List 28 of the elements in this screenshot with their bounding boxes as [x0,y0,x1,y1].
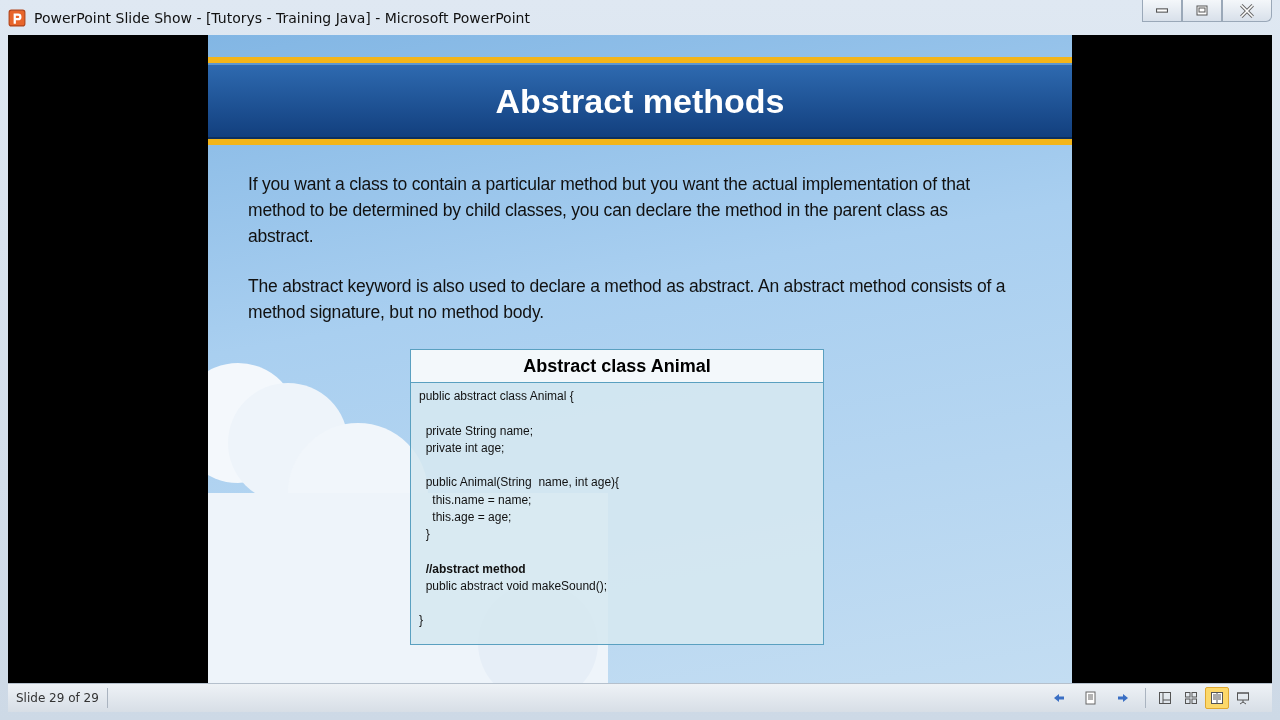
code-line: public Animal(String name, int age){ [424,474,621,492]
grid-icon [1184,691,1198,706]
maximize-button[interactable] [1182,0,1222,22]
paragraph: If you want a class to contain a particular method but you want the actual implementation of that method to be determined by child classes, you can declare the method in the parent class as abstract. [248,173,971,249]
code-line: this.age = age; [431,508,513,526]
minimize-icon [1156,8,1168,13]
close-icon [1239,2,1255,19]
slide-indicator: Slide 29 of 29 [8,688,108,709]
slide-title: Abstract methods [208,63,1072,140]
code-line: private int age; [424,440,506,458]
projector-screen-icon [1236,691,1250,706]
window-title: PowerPoint Slide Show - [Tutorys - Training Java] - Microsoft PowerPoint [34,9,530,26]
book-icon [1210,691,1224,706]
close-button[interactable] [1222,0,1272,22]
code-line: public abstract class Animal { [419,388,575,406]
code-line: } [424,526,431,544]
powerpoint-icon [8,8,26,27]
code-line: this.name = name; [431,491,533,509]
paragraph: The abstract keyword is also used to declare a method as abstract. An abstract method consists of a method signature, but no method body. [248,275,1007,325]
code-line: public abstract void makeSound(); [424,577,609,595]
minimize-button[interactable] [1142,0,1182,22]
reading-view-button[interactable] [1205,687,1229,710]
code-line: } [419,612,424,630]
normal-view-icon [1158,691,1172,706]
code-panel-title: Abstract class Animal [411,350,823,384]
code-line: private String name; [424,422,535,440]
maximize-icon [1195,3,1209,18]
code-line: //abstract method [424,560,527,578]
